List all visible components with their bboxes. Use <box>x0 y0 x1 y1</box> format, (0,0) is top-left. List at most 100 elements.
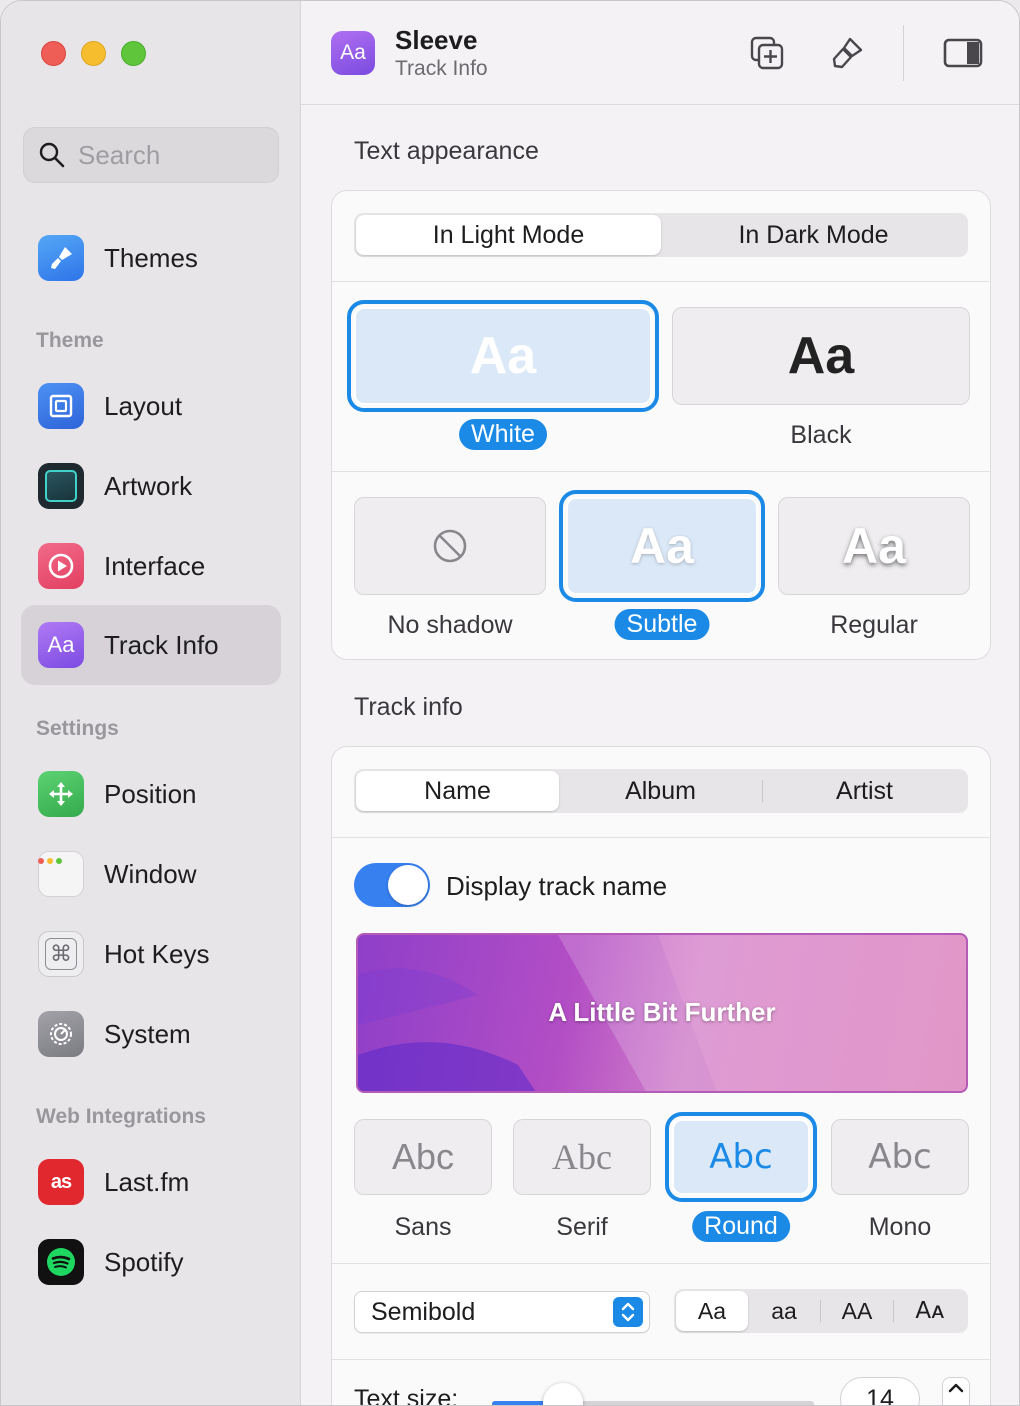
font-round-tile[interactable]: Abc <box>665 1112 817 1202</box>
window-icon <box>38 851 84 897</box>
font-sample: Abc <box>552 1137 612 1177</box>
shadow-none-tile[interactable] <box>354 497 546 595</box>
sidebar-toggle-icon[interactable] <box>939 29 987 77</box>
preview-track-title: A Little Bit Further <box>548 997 776 1027</box>
sidebar-item-label: Layout <box>104 390 183 421</box>
display-track-name-toggle[interactable] <box>354 863 430 907</box>
font-serif-tile[interactable]: Abc <box>513 1119 651 1195</box>
font-sample: Abc <box>391 1136 455 1177</box>
text-case-segmented-control: Aa aa AA Aᴀ <box>674 1289 968 1333</box>
sidebar-item-label: Hot Keys <box>104 938 210 969</box>
sidebar-item-label: Artwork <box>104 470 193 501</box>
tab-light-mode[interactable]: In Light Mode <box>356 215 661 255</box>
sidebar-item-interface[interactable]: Interface <box>21 526 281 606</box>
tab-album[interactable]: Album <box>559 771 762 811</box>
shadow-subtle-tile[interactable]: Aa <box>559 490 765 602</box>
track-name-preview: A Little Bit Further <box>356 933 968 1093</box>
font-mono-tile[interactable]: Abc <box>831 1119 969 1195</box>
display-track-name-label: Display track name <box>446 871 668 901</box>
search-input[interactable] <box>78 139 268 171</box>
tab-artist[interactable]: Artist <box>763 771 966 811</box>
text-size-slider[interactable] <box>492 1383 814 1405</box>
lastfm-icon: as <box>38 1159 84 1205</box>
app-title: Sleeve <box>395 25 478 55</box>
search-icon <box>39 142 65 168</box>
divider <box>332 1359 990 1360</box>
sidebar-item-artwork[interactable]: Artwork <box>21 446 281 526</box>
app-icon: Aa <box>331 31 375 75</box>
sidebar-item-label: Themes <box>104 242 198 273</box>
move-arrows-icon <box>38 771 84 817</box>
toggle-knob <box>388 865 428 905</box>
toolbar: Aa Sleeve Track Info <box>301 1 1019 105</box>
track-field-segmented-control: Name Album Artist <box>354 769 968 813</box>
toolbar-divider <box>903 25 904 81</box>
chevron-up-down-icon <box>613 1297 643 1327</box>
minimize-window-button[interactable] <box>81 41 106 66</box>
case-title-option[interactable]: Aa <box>676 1291 748 1331</box>
tab-dark-mode[interactable]: In Dark Mode <box>661 215 966 255</box>
play-circle-icon <box>38 543 84 589</box>
sidebar-item-track-info[interactable]: Aa Track Info <box>21 605 281 685</box>
font-mono-label: Mono <box>868 1213 932 1241</box>
main-content: Text appearance In Light Mode In Dark Mo… <box>301 106 1019 1405</box>
section-title-track-info: Track info <box>354 693 463 721</box>
search-field[interactable] <box>23 127 279 183</box>
chevron-up-icon <box>948 1383 964 1393</box>
sidebar-item-label: Position <box>104 778 197 809</box>
sidebar-item-label: Last.fm <box>104 1166 190 1197</box>
duplicate-icon[interactable] <box>743 29 791 77</box>
sidebar-item-label: Window <box>104 858 197 889</box>
text-color-black-tile[interactable]: Aa <box>672 307 970 405</box>
sidebar-item-window[interactable]: Window <box>21 834 281 914</box>
gear-icon <box>38 1011 84 1057</box>
text-sample: Aa <box>787 327 855 385</box>
font-weight-popup[interactable]: Semibold <box>354 1291 650 1333</box>
close-window-button[interactable] <box>41 41 66 66</box>
text-sample: Aa <box>630 518 694 574</box>
case-lower-option[interactable]: aa <box>748 1291 820 1331</box>
text-size-field[interactable]: 14 <box>840 1377 920 1405</box>
text-aa-icon: Aa <box>38 622 84 668</box>
shadow-regular-tile[interactable]: Aa <box>778 497 970 595</box>
sidebar-item-lastfm[interactable]: as Last.fm <box>21 1142 281 1222</box>
slider-knob[interactable] <box>542 1383 583 1405</box>
page-subtitle: Track Info <box>395 57 488 80</box>
font-serif-label: Serif <box>556 1213 608 1241</box>
font-sample: Abc <box>709 1137 773 1177</box>
case-upper-option[interactable]: AA <box>821 1291 893 1331</box>
font-sample: Abc <box>868 1137 932 1177</box>
shadow-none-label: No shadow <box>387 611 513 639</box>
sidebar-item-system[interactable]: System <box>21 994 281 1074</box>
zoom-window-button[interactable] <box>121 41 146 66</box>
layout-icon <box>38 383 84 429</box>
brush-icon[interactable] <box>823 29 871 77</box>
font-weight-value: Semibold <box>371 1297 476 1326</box>
sidebar-item-label: Interface <box>104 550 206 581</box>
sidebar-item-spotify[interactable]: Spotify <box>21 1222 281 1302</box>
text-color-white-label: White <box>459 419 547 450</box>
text-appearance-card: In Light Mode In Dark Mode Aa White Aa B… <box>331 190 991 660</box>
text-sample: Aa <box>469 327 537 385</box>
text-color-black-label: Black <box>790 421 852 449</box>
shadow-regular-label: Regular <box>830 611 918 639</box>
text-sample: Aa <box>842 518 906 574</box>
section-title-text-appearance: Text appearance <box>354 137 539 165</box>
no-symbol-icon <box>433 529 467 563</box>
text-size-stepper[interactable] <box>942 1377 970 1405</box>
shadow-subtle-label: Subtle <box>614 609 710 640</box>
track-info-card: Name Album Artist Display track name A L… <box>331 746 991 1405</box>
sidebar-section-web-integrations: Web Integrations <box>36 1105 206 1128</box>
sidebar-item-hot-keys[interactable]: ⌘ Hot Keys <box>21 914 281 994</box>
case-small-caps-option[interactable]: Aᴀ <box>894 1291 966 1331</box>
sidebar-section-settings: Settings <box>36 717 119 740</box>
sidebar-item-label: System <box>104 1018 191 1049</box>
sidebar-item-label: Track Info <box>104 629 219 660</box>
text-color-white-tile[interactable]: Aa <box>347 300 659 412</box>
font-sans-tile[interactable]: Abc <box>354 1119 492 1195</box>
divider <box>332 281 990 282</box>
sidebar-item-layout[interactable]: Layout <box>21 366 281 446</box>
sidebar-item-themes[interactable]: Themes <box>21 218 281 298</box>
sidebar-item-position[interactable]: Position <box>21 754 281 834</box>
tab-name[interactable]: Name <box>356 771 559 811</box>
